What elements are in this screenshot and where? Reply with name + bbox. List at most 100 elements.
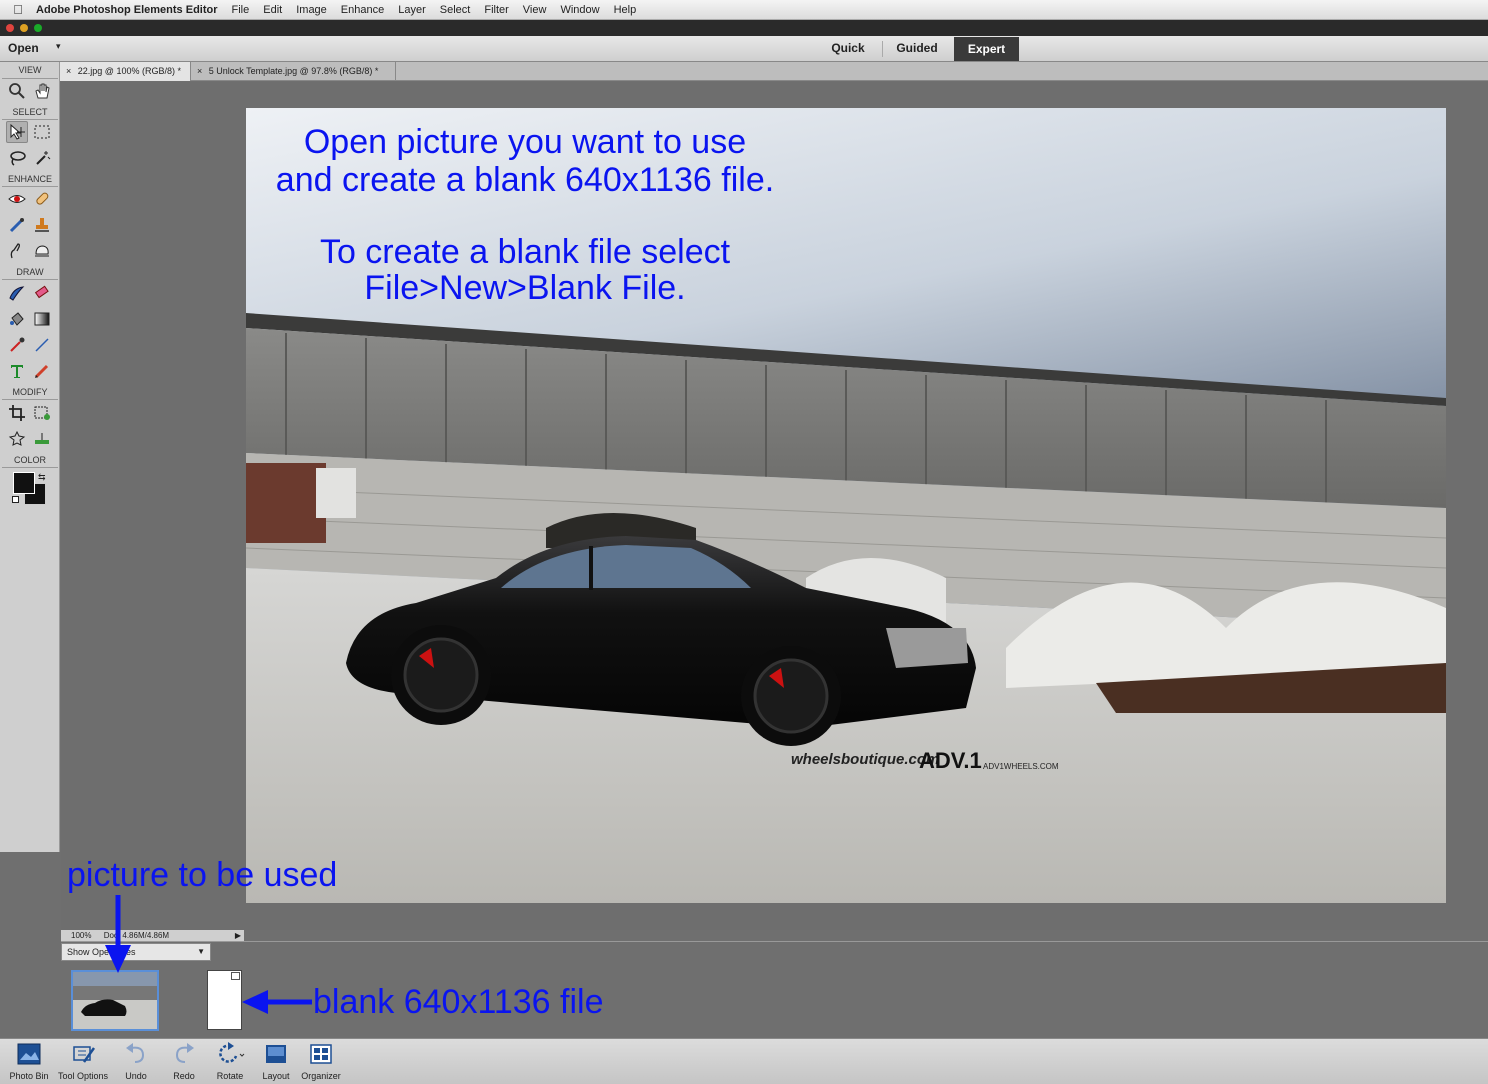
menu-bar:  Adobe Photoshop Elements Editor File E… [0,0,1488,20]
menu-edit[interactable]: Edit [263,4,282,16]
eye-icon [8,195,26,203]
section-select: SELECT [12,107,48,117]
spot-healing-tool[interactable] [31,188,53,210]
zoom-readout[interactable]: 100% [71,931,91,940]
zoom-window-button[interactable] [34,24,42,32]
tab-22-jpg[interactable]: × 22.jpg @ 100% (RGB/8) * [60,62,191,81]
car-photo[interactable]: wheelsboutique.com ADV.1 ADV1WHEELS.COM … [246,108,1446,903]
organizer-label: Organizer [301,1071,341,1081]
mode-expert[interactable]: Expert [954,37,1019,61]
watermark-right: ADV1WHEELS.COM [983,762,1059,771]
mode-quick[interactable]: Quick [818,36,878,61]
bottom-taskbar: Photo Bin Tool Options Undo Redo Rotate … [0,1038,1488,1084]
menu-filter[interactable]: Filter [484,4,508,16]
paint-bucket-tool[interactable] [6,308,28,330]
magic-wand-icon [36,151,51,165]
crop-tool[interactable] [6,402,28,424]
menu-file[interactable]: File [232,4,250,16]
tool-options-label: Tool Options [57,1071,109,1081]
tool-panel: VIEW SELECT ENHANCE DRAW MODIFY COLOR [0,62,60,852]
tab-label: 5 Unlock Template.jpg @ 97.8% (RGB/8) * [208,66,379,76]
chevron-down-icon: ▼ [197,947,205,956]
menu-enhance[interactable]: Enhance [341,4,384,16]
tool-options-button[interactable]: Tool Options [54,1041,112,1081]
magic-wand-tool[interactable] [31,147,53,169]
instruction-line-2: and create a blank 640x1136 file. [275,161,775,199]
lasso-tool[interactable] [6,147,28,169]
photo-bin-label: Photo Bin [9,1071,49,1081]
menu-window[interactable]: Window [560,4,599,16]
section-divider [2,399,58,400]
undo-icon [126,1043,145,1063]
sponge-tool[interactable] [31,240,53,262]
open-dropdown-icon[interactable]: ▾ [56,41,61,52]
menu-help[interactable]: Help [614,4,637,16]
bandage-icon [36,192,49,205]
cookie-cutter-tool[interactable] [6,428,28,450]
status-menu-arrow[interactable]: ▶ [232,930,244,941]
type-icon [11,365,23,378]
app-bar: Open ▾ Quick Guided Expert [0,36,1488,62]
app-name-menu[interactable]: Adobe Photoshop Elements Editor [36,4,218,16]
finger-icon [10,243,20,259]
paint-brush-icon [9,286,25,301]
apple-icon[interactable]:  [0,2,36,17]
organizer-icon [310,1044,332,1064]
smart-brush-tool[interactable] [6,214,28,236]
organizer-button[interactable]: Organizer [292,1041,350,1081]
section-color: COLOR [13,455,46,465]
bin-thumbnail-car[interactable] [71,970,159,1031]
swap-colors-icon[interactable]: ⇆ [38,472,46,483]
cookie-cutter-icon [8,430,26,446]
tab-label: 22.jpg @ 100% (RGB/8) * [77,66,181,76]
instruction-line-4: File>New>Blank File. [364,269,686,307]
gradient-icon [34,312,50,326]
move-tool[interactable] [6,121,28,143]
instruction-line-3: To create a blank file select [319,233,731,271]
default-colors-icon[interactable] [12,496,19,503]
type-tool[interactable] [6,360,28,382]
photo-bin-icon [17,1043,41,1065]
open-button[interactable]: Open [8,41,39,55]
clone-stamp-tool[interactable] [31,214,53,236]
section-divider [2,78,58,79]
section-draw: DRAW [16,267,44,277]
bin-thumbnail-blank[interactable] [207,970,242,1030]
recompose-tool[interactable] [31,402,53,424]
eraser-tool[interactable] [31,282,53,304]
menu-layer[interactable]: Layer [398,4,426,16]
move-icon [10,123,25,140]
close-window-button[interactable] [6,24,14,32]
pencil-tool[interactable] [31,360,53,382]
car-photo-image: wheelsboutique.com ADV.1 ADV1WHEELS.COM [246,108,1446,903]
gradient-tool[interactable] [31,308,53,330]
straighten-tool[interactable] [31,428,53,450]
brush-tool[interactable] [6,282,28,304]
red-eye-tool[interactable] [6,188,28,210]
section-divider [2,186,58,187]
menu-view[interactable]: View [523,4,547,16]
menu-select[interactable]: Select [440,4,471,16]
window-title-strip [0,20,1488,36]
tab-unlock-template[interactable]: × 5 Unlock Template.jpg @ 97.8% (RGB/8) … [191,62,396,81]
section-enhance: ENHANCE [7,174,52,184]
mode-guided[interactable]: Guided [886,36,948,61]
rotate-icon [219,1042,245,1063]
minimize-window-button[interactable] [20,24,28,32]
line-tool[interactable] [31,334,53,356]
menu-image[interactable]: Image [296,4,327,16]
photo-bin-button[interactable]: Photo Bin [0,1041,58,1081]
tab-close-icon[interactable]: × [66,66,71,76]
zoom-tool[interactable] [6,80,28,102]
blur-tool[interactable] [6,240,28,262]
hand-icon [35,83,50,99]
tool-options-icon [73,1046,96,1063]
marquee-tool[interactable] [31,121,53,143]
color-picker-tool[interactable] [6,334,28,356]
foreground-color-swatch[interactable] [13,472,35,494]
bucket-icon [10,312,24,326]
crop-icon [9,405,25,421]
tab-close-icon[interactable]: × [197,66,202,76]
straighten-icon [35,433,49,444]
hand-tool[interactable] [31,80,53,102]
